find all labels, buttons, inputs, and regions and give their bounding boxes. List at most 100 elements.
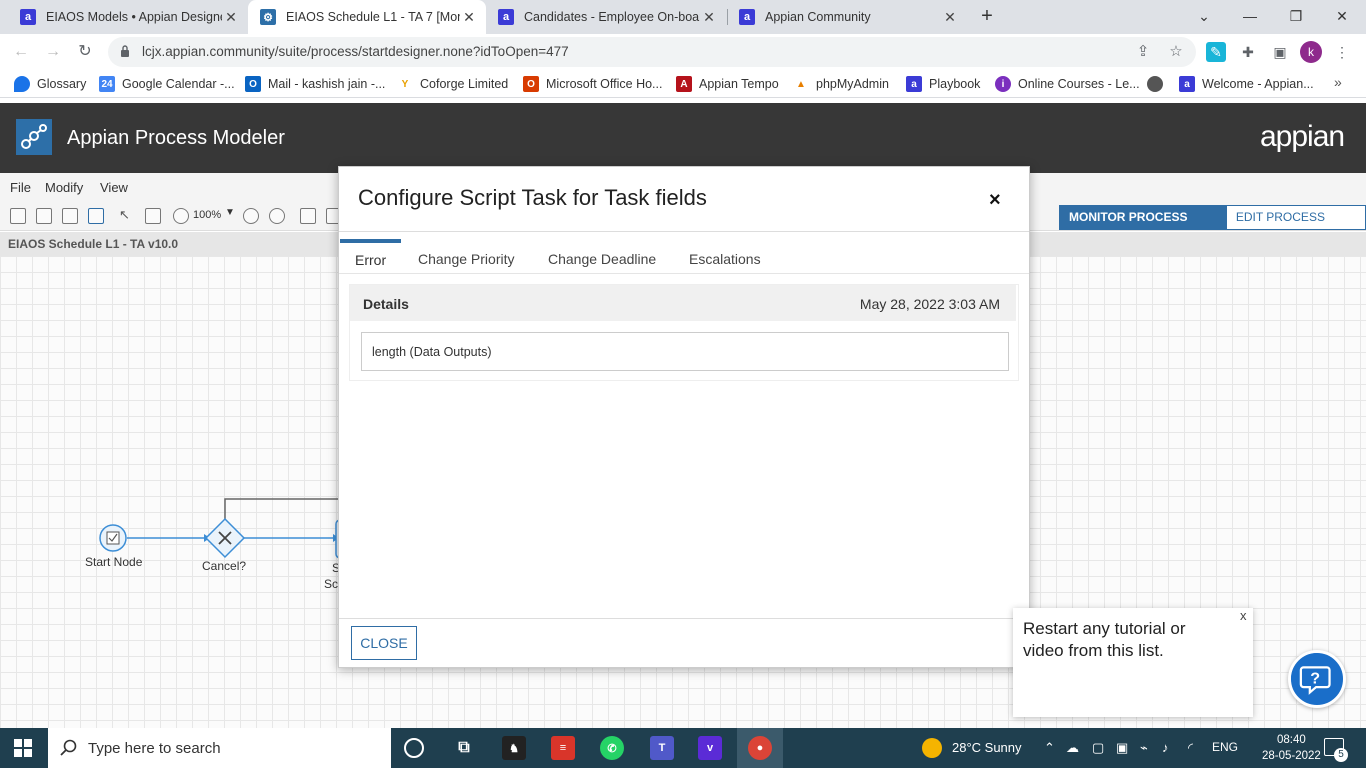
layout-icon[interactable] bbox=[300, 208, 316, 224]
device-icon[interactable]: ▢ bbox=[1092, 740, 1104, 756]
browser-tab-appian-community[interactable]: a Appian Community ✕ bbox=[727, 0, 967, 34]
browser-tab-appian-designer[interactable]: a EIAOS Models • Appian Designer ✕ bbox=[8, 0, 248, 34]
bookmark-appian-tempo[interactable]: A Appian Tempo bbox=[676, 75, 779, 93]
tab-change-priority[interactable]: Change Priority bbox=[403, 239, 530, 274]
start-node-icon[interactable] bbox=[99, 524, 127, 552]
select-pointer-icon[interactable]: ↖ bbox=[119, 208, 135, 224]
grid-icon[interactable] bbox=[145, 208, 161, 224]
cancel-gateway-icon[interactable] bbox=[204, 517, 246, 559]
menu-modify[interactable]: Modify bbox=[45, 180, 83, 195]
close-tab-icon[interactable]: ✕ bbox=[700, 9, 718, 26]
tab-search-chevron-icon[interactable]: ⌄ bbox=[1184, 4, 1224, 28]
tooltip-close-icon[interactable]: x bbox=[1240, 608, 1247, 623]
weather-sun-icon[interactable] bbox=[922, 738, 942, 758]
weather-text[interactable]: 28°C Sunny bbox=[952, 740, 1022, 755]
menu-file[interactable]: File bbox=[10, 180, 31, 195]
close-tab-icon[interactable]: ✕ bbox=[941, 9, 959, 26]
edit-process-view-button[interactable]: EDIT PROCESS VIEW bbox=[1226, 206, 1365, 247]
svg-text:?: ? bbox=[1310, 669, 1320, 687]
cortana-icon[interactable] bbox=[404, 738, 424, 758]
taskbar-search-box[interactable]: Type here to search bbox=[48, 728, 391, 768]
tray-chevron-icon[interactable]: ⌃ bbox=[1044, 740, 1055, 756]
windows-start-icon[interactable] bbox=[14, 739, 32, 757]
wifi-icon[interactable]: ◜ bbox=[1188, 740, 1193, 756]
tab-change-deadline[interactable]: Change Deadline bbox=[533, 239, 671, 274]
appian-favicon-icon: a bbox=[1179, 76, 1195, 92]
reload-icon[interactable]: ↻ bbox=[74, 41, 96, 63]
lock-icon bbox=[121, 45, 129, 57]
app-launcher-icon[interactable]: ♞ bbox=[502, 736, 526, 760]
appian-favicon-icon: a bbox=[498, 9, 514, 25]
zoom-level[interactable]: 100% bbox=[193, 209, 221, 221]
tutorial-text: Restart any tutorial or video from this … bbox=[1023, 619, 1186, 660]
close-dialog-icon[interactable]: × bbox=[989, 189, 1001, 212]
details-value-field[interactable]: length (Data Outputs) bbox=[361, 332, 1009, 371]
menu-view[interactable]: View bbox=[100, 180, 128, 195]
close-window-icon[interactable]: ✕ bbox=[1322, 4, 1362, 28]
close-tab-icon[interactable]: ✕ bbox=[460, 9, 478, 26]
refresh-icon[interactable] bbox=[88, 208, 104, 224]
teams-icon[interactable]: T bbox=[650, 736, 674, 760]
bookmark-glossary[interactable]: Glossary bbox=[14, 75, 86, 93]
zoom-out-icon[interactable] bbox=[243, 208, 259, 224]
bookmark-mail[interactable]: O Mail - kashish jain -... bbox=[245, 75, 385, 93]
cloud-favicon-icon bbox=[14, 76, 30, 92]
new-tab-plus-icon[interactable]: + bbox=[976, 5, 998, 27]
language-indicator[interactable]: ENG bbox=[1212, 740, 1238, 754]
bookmark-playbook[interactable]: a Playbook bbox=[906, 75, 980, 93]
whatsapp-icon[interactable]: ✆ bbox=[600, 736, 624, 760]
todoist-icon[interactable]: ≡ bbox=[551, 736, 575, 760]
bookmark-phpmyadmin[interactable]: ▲ phpMyAdmin bbox=[793, 75, 889, 93]
bookmark-microsoft-office[interactable]: O Microsoft Office Ho... bbox=[523, 75, 662, 93]
onedrive-cloud-icon[interactable]: ☁ bbox=[1066, 740, 1079, 756]
zoom-in-icon[interactable] bbox=[269, 208, 285, 224]
help-question-icon[interactable]: ? bbox=[1288, 650, 1346, 708]
browser-menu-icon[interactable]: ⋮ bbox=[1332, 42, 1352, 62]
zoom-icon[interactable] bbox=[173, 208, 189, 224]
chrome-taskbar-button[interactable]: ● bbox=[737, 728, 783, 768]
minimize-icon[interactable]: — bbox=[1230, 4, 1270, 28]
bookmark-google-calendar[interactable]: 24 Google Calendar -... bbox=[99, 75, 235, 93]
app-header: Appian Process Modeler appian bbox=[0, 103, 1366, 173]
cancel-node-label: Cancel? bbox=[202, 559, 247, 573]
bookmark-globe[interactable] bbox=[1147, 75, 1170, 93]
forward-arrow-icon[interactable]: → bbox=[42, 41, 64, 63]
back-arrow-icon[interactable]: ← bbox=[10, 41, 32, 63]
share-icon[interactable]: ⇪ bbox=[1133, 42, 1153, 62]
browser-tab-process-modeler[interactable]: ⚙ EIAOS Schedule L1 - TA 7 [Monit ✕ bbox=[248, 0, 486, 34]
tab-error[interactable]: Error bbox=[340, 239, 402, 274]
view-toggle: MONITOR PROCESS VIEW EDIT PROCESS VIEW bbox=[1059, 205, 1366, 247]
new-icon[interactable] bbox=[10, 208, 26, 224]
close-button[interactable]: CLOSE bbox=[351, 626, 417, 660]
tab-escalations[interactable]: Escalations bbox=[674, 239, 776, 274]
url-text[interactable]: lcjx.appian.community/suite/process/star… bbox=[142, 44, 569, 59]
print-icon[interactable] bbox=[62, 208, 78, 224]
outlook-favicon-icon: O bbox=[245, 76, 261, 92]
side-panel-icon[interactable]: ▣ bbox=[1270, 42, 1290, 62]
browser-tab-candidates[interactable]: a Candidates - Employee On-board ✕ bbox=[486, 0, 726, 34]
phpmyadmin-favicon-icon: ▲ bbox=[796, 78, 806, 90]
bookmark-star-icon[interactable]: ☆ bbox=[1166, 42, 1186, 62]
address-bar[interactable]: lcjx.appian.community/suite/process/star… bbox=[108, 37, 1196, 67]
bookmark-coforge[interactable]: Y Coforge Limited bbox=[397, 75, 509, 93]
power-icon[interactable]: ⌁ bbox=[1140, 740, 1148, 756]
courses-favicon-icon: i bbox=[995, 76, 1011, 92]
extension-pen-icon[interactable]: ✎ bbox=[1206, 42, 1226, 62]
extensions-puzzle-icon[interactable]: ✚ bbox=[1238, 42, 1258, 62]
details-header: Details May 28, 2022 3:03 AM bbox=[350, 285, 1016, 321]
open-folder-icon[interactable] bbox=[36, 208, 52, 224]
restore-icon[interactable]: ❐ bbox=[1276, 4, 1316, 28]
zoom-dropdown-icon[interactable]: ▼ bbox=[225, 207, 235, 218]
bookmark-online-courses[interactable]: i Online Courses - Le... bbox=[995, 75, 1140, 93]
bookmark-label: Coforge Limited bbox=[420, 77, 509, 91]
profile-avatar[interactable]: k bbox=[1300, 41, 1322, 63]
task-view-icon[interactable]: ⧉ bbox=[452, 736, 476, 760]
system-clock[interactable]: 08:40 28-05-2022 bbox=[1262, 732, 1321, 764]
voot-icon[interactable]: v bbox=[698, 736, 722, 760]
monitor-process-view-button[interactable]: MONITOR PROCESS VIEW bbox=[1060, 206, 1227, 247]
more-bookmarks-chevron-icon[interactable]: » bbox=[1334, 74, 1342, 90]
close-tab-icon[interactable]: ✕ bbox=[222, 9, 240, 26]
bookmark-welcome-appian[interactable]: a Welcome - Appian... bbox=[1179, 75, 1314, 93]
meet-icon[interactable]: ▣ bbox=[1116, 740, 1128, 756]
volume-icon[interactable]: ♪ bbox=[1162, 740, 1169, 755]
